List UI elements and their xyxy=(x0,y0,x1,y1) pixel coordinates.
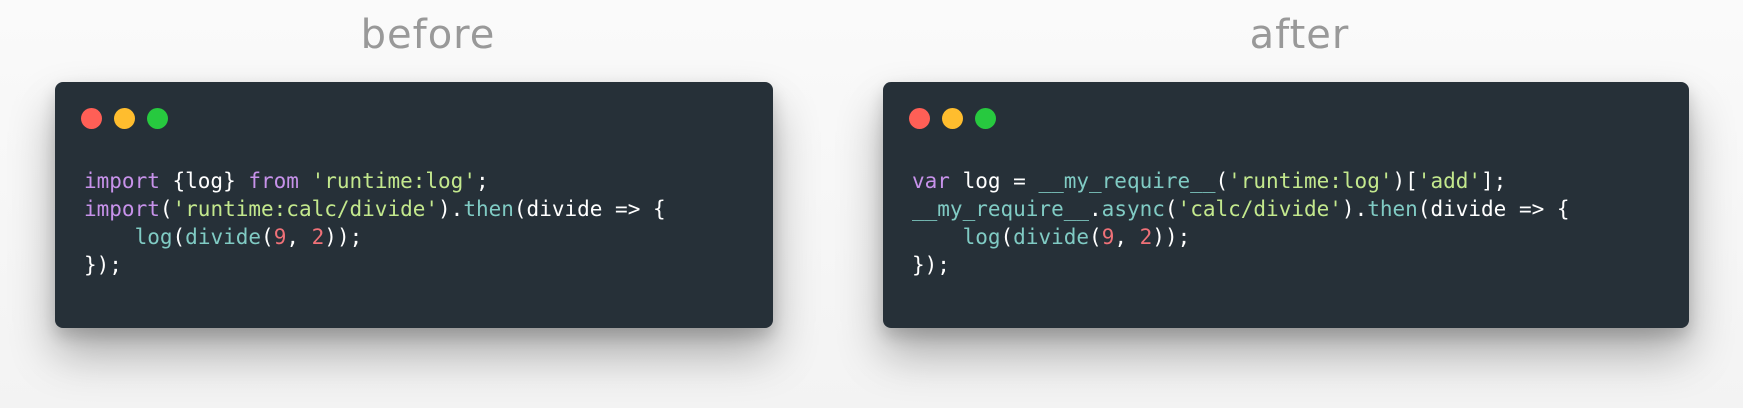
maximize-dot-icon xyxy=(975,108,996,129)
minimize-dot-icon xyxy=(114,108,135,129)
code-line: import {log} from 'runtime:log'; xyxy=(84,167,666,195)
code-block: import {log} from 'runtime:log'; import('… xyxy=(84,167,666,279)
code-token: 9 xyxy=(1101,225,1115,249)
code-token: then xyxy=(1367,197,1418,221)
before-label: before xyxy=(360,12,496,58)
code-token: async xyxy=(1101,197,1165,221)
code-token: 2 xyxy=(1139,225,1153,249)
code-token: __my_require__ xyxy=(1038,169,1216,193)
code-line: __my_require__.async('calc/divide').then… xyxy=(912,195,1570,223)
code-token: (divide => { xyxy=(513,197,666,221)
code-line: log(divide(9, 2)); xyxy=(84,223,666,251)
code-token: log xyxy=(962,225,1001,249)
code-token: __my_require__ xyxy=(912,197,1090,221)
code-line: import('runtime:calc/divide').then(divid… xyxy=(84,195,666,223)
code-token: 'runtime:log' xyxy=(1228,169,1393,193)
code-token: from xyxy=(248,169,299,193)
code-token: import xyxy=(84,197,160,221)
code-token: ( xyxy=(159,197,173,221)
code-token: ( xyxy=(172,225,186,249)
code-token: ). xyxy=(438,197,464,221)
code-token: log = xyxy=(949,169,1039,193)
close-dot-icon xyxy=(81,108,102,129)
before-code-window: import {log} from 'runtime:log'; import('… xyxy=(55,82,773,328)
code-token: (divide => { xyxy=(1417,197,1570,221)
code-line: }); xyxy=(912,251,1570,279)
after-code-window: var log = __my_require__('runtime:log')[… xyxy=(883,82,1689,328)
code-token: 'runtime:calc/divide' xyxy=(172,197,439,221)
code-token: import xyxy=(84,169,160,193)
code-token: ). xyxy=(1341,197,1368,221)
code-token: 'add' xyxy=(1417,169,1482,193)
code-token: ( xyxy=(261,225,274,249)
code-token: )); xyxy=(324,225,363,249)
after-panel: after var log = __my_require__('runtime:… xyxy=(856,0,1743,408)
close-dot-icon xyxy=(909,108,930,129)
maximize-dot-icon xyxy=(147,108,168,129)
code-token: }); xyxy=(84,253,122,277)
code-token: 2 xyxy=(311,225,325,249)
code-block: var log = __my_require__('runtime:log')[… xyxy=(912,167,1570,279)
code-token: , xyxy=(1114,225,1140,249)
code-token: var xyxy=(912,169,950,193)
code-token: log xyxy=(134,225,173,249)
code-token: divide xyxy=(185,225,262,249)
after-label: after xyxy=(1249,12,1350,58)
code-token: , xyxy=(286,225,312,249)
code-token: {log} xyxy=(159,169,249,193)
code-token: 'runtime:log' xyxy=(311,169,476,193)
code-token: . xyxy=(1089,197,1102,221)
code-token: 9 xyxy=(273,225,287,249)
code-token: ( xyxy=(1164,197,1178,221)
code-line: log(divide(9, 2)); xyxy=(912,223,1570,251)
code-token: }); xyxy=(912,253,950,277)
code-token: ; xyxy=(475,169,489,193)
code-token: then xyxy=(463,197,514,221)
code-token: ( xyxy=(1089,225,1102,249)
code-token: ( xyxy=(1215,169,1229,193)
code-line: }); xyxy=(84,251,666,279)
code-line: var log = __my_require__('runtime:log')[… xyxy=(912,167,1570,195)
minimize-dot-icon xyxy=(942,108,963,129)
code-token: )[ xyxy=(1392,169,1418,193)
code-token: ]; xyxy=(1481,169,1507,193)
code-token: )); xyxy=(1152,225,1191,249)
code-token: ( xyxy=(1000,225,1014,249)
before-panel: before import {log} from 'runtime:log'; i… xyxy=(0,0,856,408)
code-token: 'calc/divide' xyxy=(1177,197,1342,221)
code-token: divide xyxy=(1013,225,1090,249)
